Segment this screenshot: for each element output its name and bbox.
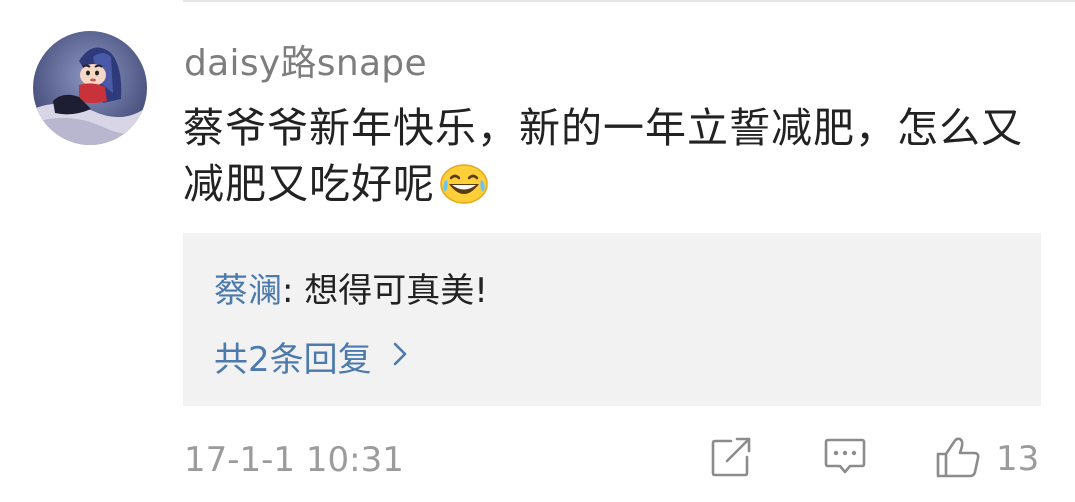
avatar[interactable] — [33, 31, 147, 145]
more-replies-label: 共2条回复 — [214, 340, 372, 380]
reply-item: 蔡澜: 想得可真美! — [214, 263, 488, 312]
username[interactable]: daisy路snape — [184, 34, 427, 86]
thumbs-up-icon — [934, 434, 982, 484]
comment-button[interactable] — [823, 434, 867, 484]
share-button[interactable] — [709, 434, 755, 484]
view-more-replies-link[interactable]: 共2条回复 — [214, 332, 408, 381]
reply-author[interactable]: 蔡澜 — [214, 271, 282, 311]
comment-text-container: 蔡爷爷新年快乐，新的一年立誓减肥，怎么又减肥又吃好呢 — [183, 100, 1053, 220]
like-button[interactable]: 13 — [934, 434, 1039, 484]
share-icon — [709, 435, 755, 483]
top-divider — [183, 0, 1075, 2]
timestamp: 17-1-1 10:31 — [184, 440, 404, 480]
laughing-tears-emoji-icon — [437, 162, 491, 220]
reply-preview-box[interactable]: 蔡澜: 想得可真美! 共2条回复 — [183, 233, 1041, 406]
comment-text: 蔡爷爷新年快乐，新的一年立誓减肥，怎么又减肥又吃好呢 — [183, 104, 1023, 208]
reply-separator: : — [282, 271, 305, 311]
chevron-right-icon — [392, 337, 408, 377]
reply-text: 想得可真美! — [304, 271, 488, 311]
like-count: 13 — [996, 439, 1040, 479]
comment-icon — [823, 435, 867, 483]
